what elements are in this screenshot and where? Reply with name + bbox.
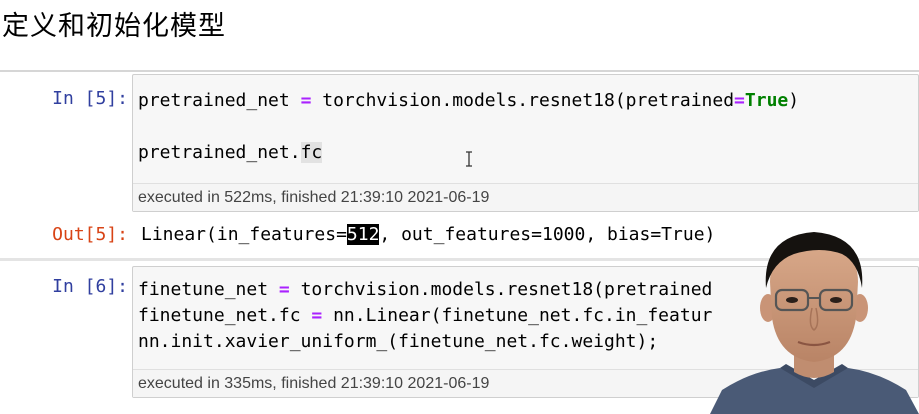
code-token: nn.Linear(finetune_net.fc.in_featur [322, 305, 713, 326]
code-token: pretrained_net. [138, 142, 301, 163]
code-token: torchvision.models.resnet18(pretrained [311, 90, 735, 111]
section-heading: 定义和初始化模型 [2, 11, 226, 42]
section-divider [0, 70, 919, 72]
code-operator: = [311, 305, 323, 326]
code-token: ) [788, 90, 800, 111]
presenter-webcam [710, 232, 919, 414]
cell-output-5[interactable]: Linear(in_features=512, out_features=100… [141, 224, 715, 245]
code-highlighted-token: fc [300, 142, 323, 163]
code-operator: = [734, 90, 745, 111]
selected-text: 512 [346, 224, 380, 245]
code-token: pretrained_net [138, 90, 301, 111]
output-text: , out_features=1000, bias=True) [379, 224, 716, 245]
input-prompt-6: In [6]: [52, 276, 128, 297]
code-line[interactable]: pretrained_net = torchvision.models.resn… [133, 75, 918, 114]
execution-info: executed in 522ms, finished 21:39:10 202… [133, 183, 918, 211]
input-prompt-5: In [5]: [52, 88, 128, 109]
code-keyword: True [744, 90, 789, 111]
code-token: finetune_net.fc [138, 305, 312, 326]
code-cell-5[interactable]: pretrained_net = torchvision.models.resn… [132, 74, 919, 212]
code-token: torchvision.models.resnet18(pretrained [289, 279, 713, 300]
output-prompt-5: Out[5]: [52, 224, 128, 245]
ibeam-cursor-icon [466, 151, 472, 167]
code-token: finetune_net [138, 279, 279, 300]
code-operator: = [300, 90, 312, 111]
code-line[interactable]: pretrained_net.fc [133, 114, 918, 166]
output-text: Linear(in_features= [141, 224, 347, 245]
code-operator: = [278, 279, 290, 300]
